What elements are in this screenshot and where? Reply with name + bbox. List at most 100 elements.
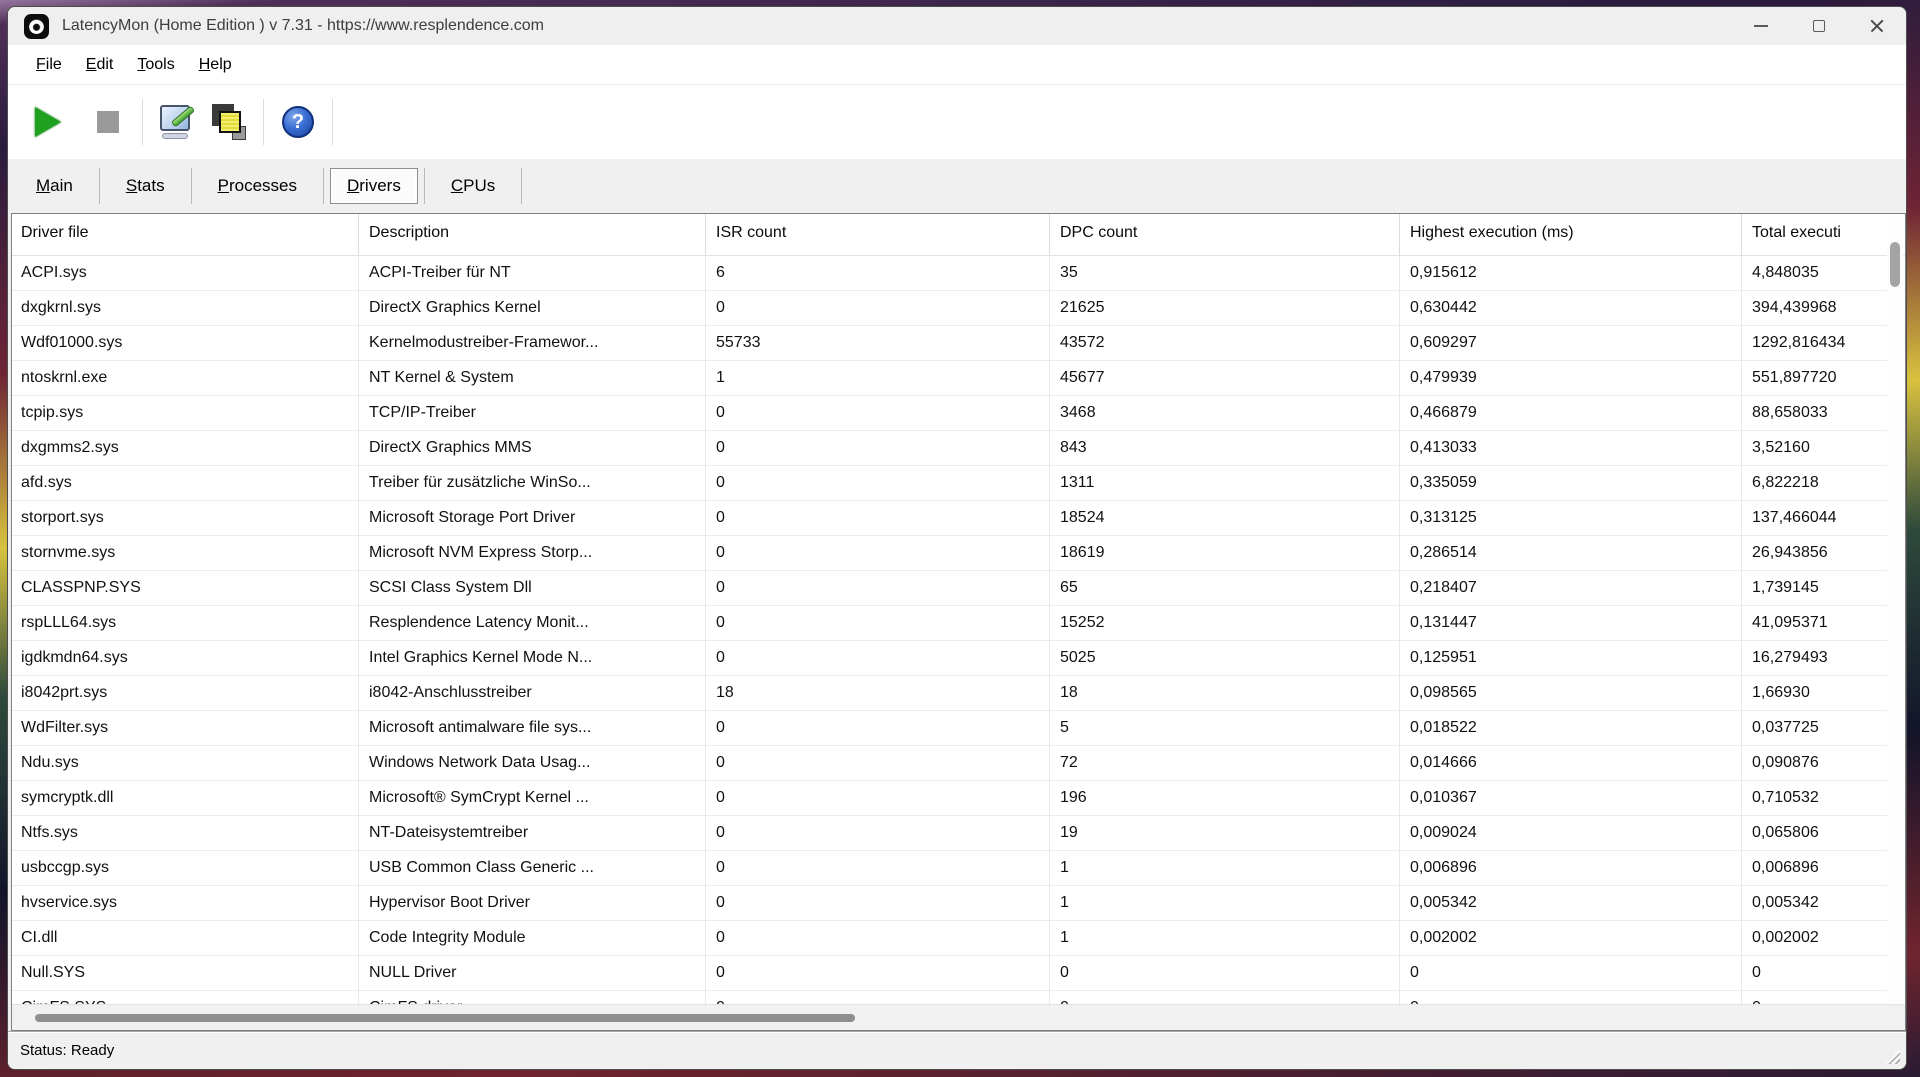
- menu-item-edit[interactable]: Edit: [74, 56, 126, 74]
- menu-item-help[interactable]: Help: [187, 56, 244, 74]
- table-row[interactable]: tcpip.sysTCP/IP-Treiber034680,46687988,6…: [12, 396, 1905, 431]
- cell-file: dxgmms2.sys: [12, 431, 358, 466]
- column-header-2[interactable]: ISR count: [705, 214, 1049, 256]
- table-row[interactable]: ntoskrnl.exeNT Kernel & System1456770,47…: [12, 361, 1905, 396]
- cell-dpc: 5: [1049, 711, 1399, 746]
- horizontal-scrollbar-thumb[interactable]: [35, 1014, 855, 1022]
- table-row[interactable]: hvservice.sysHypervisor Boot Driver010,0…: [12, 886, 1905, 921]
- cell-dpc: 43572: [1049, 326, 1399, 361]
- cell-total: 88,658033: [1741, 396, 1905, 431]
- tab-cpus[interactable]: CPUs: [431, 168, 515, 204]
- table-row[interactable]: i8042prt.sysi8042-Anschlusstreiber18180,…: [12, 676, 1905, 711]
- cell-total: 394,439968: [1741, 291, 1905, 326]
- column-header-3[interactable]: DPC count: [1049, 214, 1399, 256]
- cell-dpc: 3468: [1049, 396, 1399, 431]
- column-header-0[interactable]: Driver file: [12, 214, 358, 256]
- cell-isr: 0: [705, 641, 1049, 676]
- cell-isr: 0: [705, 501, 1049, 536]
- cell-isr: 0: [705, 851, 1049, 886]
- menu-item-tools[interactable]: Tools: [125, 56, 186, 74]
- cell-highest: 0,014666: [1399, 746, 1741, 781]
- cell-dpc: 18619: [1049, 536, 1399, 571]
- cell-file: CI.dll: [12, 921, 358, 956]
- close-button[interactable]: [1848, 7, 1906, 45]
- stop-icon: [97, 111, 119, 133]
- cell-file: CimFS.SYS: [12, 991, 358, 1004]
- cell-dpc: 18: [1049, 676, 1399, 711]
- cell-highest: 0,609297: [1399, 326, 1741, 361]
- cell-total: 26,943856: [1741, 536, 1905, 571]
- play-icon: [35, 107, 61, 137]
- cell-total: 6,822218: [1741, 466, 1905, 501]
- tab-separator: [99, 168, 100, 204]
- cell-highest: 0,286514: [1399, 536, 1741, 571]
- table-header-row: Driver fileDescriptionISR countDPC count…: [12, 214, 1905, 256]
- minimize-button[interactable]: [1732, 7, 1790, 45]
- cell-highest: 0,413033: [1399, 431, 1741, 466]
- cell-dpc: 15252: [1049, 606, 1399, 641]
- table-row[interactable]: Ntfs.sysNT-Dateisystemtreiber0190,009024…: [12, 816, 1905, 851]
- cell-desc: NT-Dateisystemtreiber: [358, 816, 705, 851]
- cell-highest: 0,915612: [1399, 256, 1741, 291]
- stop-monitor-button[interactable]: [82, 92, 134, 152]
- column-header-1[interactable]: Description: [358, 214, 705, 256]
- cell-desc: Microsoft NVM Express Storp...: [358, 536, 705, 571]
- cell-total: 1,739145: [1741, 571, 1905, 606]
- tab-processes[interactable]: Processes: [198, 168, 317, 204]
- table-row[interactable]: Wdf01000.sysKernelmodustreiber-Framewor.…: [12, 326, 1905, 361]
- table-row[interactable]: CLASSPNP.SYSSCSI Class System Dll0650,21…: [12, 571, 1905, 606]
- resize-grip-icon[interactable]: [1886, 1050, 1900, 1064]
- table-row[interactable]: ACPI.sysACPI-Treiber für NT6350,9156124,…: [12, 256, 1905, 291]
- cell-isr: 0: [705, 886, 1049, 921]
- cell-highest: 0,006896: [1399, 851, 1741, 886]
- cell-isr: 1: [705, 361, 1049, 396]
- windows-button[interactable]: [203, 92, 255, 152]
- table-row[interactable]: Null.SYSNULL Driver0000: [12, 956, 1905, 991]
- cell-desc: USB Common Class Generic ...: [358, 851, 705, 886]
- table-row[interactable]: stornvme.sysMicrosoft NVM Express Storp.…: [12, 536, 1905, 571]
- horizontal-scrollbar[interactable]: [12, 1004, 1905, 1030]
- cell-isr: 0: [705, 431, 1049, 466]
- menu-item-file[interactable]: File: [24, 56, 74, 74]
- tab-main[interactable]: Main: [16, 168, 93, 204]
- table-row[interactable]: usbccgp.sysUSB Common Class Generic ...0…: [12, 851, 1905, 886]
- table-row[interactable]: CimFS.SYSCimFS driver0000: [12, 991, 1905, 1004]
- cell-file: Ntfs.sys: [12, 816, 358, 851]
- table-row[interactable]: WdFilter.sysMicrosoft antimalware file s…: [12, 711, 1905, 746]
- cell-desc: Intel Graphics Kernel Mode N...: [358, 641, 705, 676]
- tab-stats[interactable]: Stats: [106, 168, 185, 204]
- cell-isr: 0: [705, 921, 1049, 956]
- column-header-5[interactable]: Total executi: [1741, 214, 1905, 256]
- cell-desc: Hypervisor Boot Driver: [358, 886, 705, 921]
- start-monitor-button[interactable]: [22, 92, 74, 152]
- table-row[interactable]: CI.dllCode Integrity Module010,0020020,0…: [12, 921, 1905, 956]
- maximize-button[interactable]: [1790, 7, 1848, 45]
- table-row[interactable]: igdkmdn64.sysIntel Graphics Kernel Mode …: [12, 641, 1905, 676]
- table-row[interactable]: symcryptk.dllMicrosoft® SymCrypt Kernel …: [12, 781, 1905, 816]
- cell-desc: Kernelmodustreiber-Framewor...: [358, 326, 705, 361]
- cell-file: usbccgp.sys: [12, 851, 358, 886]
- question-mark-icon: ?: [282, 106, 314, 138]
- cell-total: 0,006896: [1741, 851, 1905, 886]
- vertical-scrollbar-thumb[interactable]: [1890, 242, 1900, 287]
- vertical-scrollbar[interactable]: [1887, 216, 1903, 1002]
- cell-file: WdFilter.sys: [12, 711, 358, 746]
- cell-highest: 0,002002: [1399, 921, 1741, 956]
- table-row[interactable]: afd.sysTreiber für zusätzliche WinSo...0…: [12, 466, 1905, 501]
- cell-isr: 0: [705, 816, 1049, 851]
- table-row[interactable]: dxgmms2.sysDirectX Graphics MMS08430,413…: [12, 431, 1905, 466]
- tab-drivers[interactable]: Drivers: [330, 168, 418, 204]
- table-row[interactable]: Ndu.sysWindows Network Data Usag...0720,…: [12, 746, 1905, 781]
- cell-total: 0,037725: [1741, 711, 1905, 746]
- cell-desc: CimFS driver: [358, 991, 705, 1004]
- toolbar-separator: [332, 99, 333, 145]
- help-button[interactable]: ?: [272, 92, 324, 152]
- cell-desc: Code Integrity Module: [358, 921, 705, 956]
- cell-file: symcryptk.dll: [12, 781, 358, 816]
- cell-isr: 6: [705, 256, 1049, 291]
- report-button[interactable]: [151, 92, 203, 152]
- table-row[interactable]: storport.sysMicrosoft Storage Port Drive…: [12, 501, 1905, 536]
- column-header-4[interactable]: Highest execution (ms): [1399, 214, 1741, 256]
- table-row[interactable]: rspLLL64.sysResplendence Latency Monit..…: [12, 606, 1905, 641]
- table-row[interactable]: dxgkrnl.sysDirectX Graphics Kernel021625…: [12, 291, 1905, 326]
